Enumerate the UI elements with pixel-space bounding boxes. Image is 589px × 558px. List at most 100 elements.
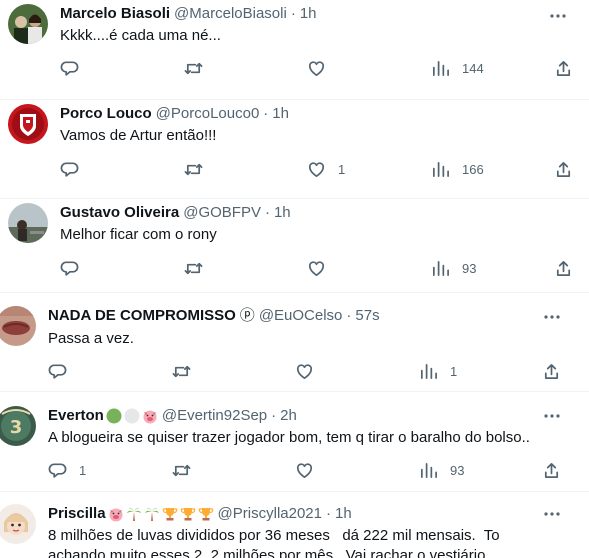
like-button[interactable] [295, 460, 326, 480]
avatar[interactable] [8, 4, 48, 44]
heart-icon [308, 260, 325, 276]
tweet-header: NADA DE COMPROMISSO ⓟ @EuOCelso · 57s [48, 306, 380, 326]
views-button[interactable]: 144 [431, 58, 484, 78]
tweet-4[interactable]: NADA DE COMPROMISSO ⓟ @EuOCelso · 57s Pa… [0, 293, 589, 392]
display-name[interactable]: Gustavo Oliveira [60, 203, 179, 223]
more-options-icon[interactable] [542, 406, 562, 426]
avatar[interactable] [8, 104, 48, 144]
timestamp[interactable]: 2h [280, 406, 297, 426]
tweet-text-line-1: 8 milhões de luvas divididos por 36 mese… [48, 527, 500, 544]
svg-text:3: 3 [10, 417, 23, 438]
views-icon [432, 161, 449, 177]
like-button[interactable] [295, 361, 326, 381]
green-circle-icon [106, 408, 122, 424]
views-button[interactable]: 1 [419, 361, 457, 381]
timestamp[interactable]: 1h [300, 4, 317, 24]
affiliate-badge-icon: ⓟ [239, 307, 255, 324]
tweet-header: Everton @Evertin92Sep · 2h [48, 406, 297, 426]
share-button[interactable] [554, 58, 573, 78]
share-button[interactable] [554, 258, 573, 278]
avatar[interactable] [0, 306, 36, 346]
heart-icon [308, 60, 325, 76]
tweet-1[interactable]: Marcelo Biasoli @MarceloBiasoli · 1h Kkk… [0, 0, 589, 100]
user-handle[interactable]: @Evertin92Sep [162, 406, 267, 426]
user-handle[interactable]: @MarceloBiasoli [174, 4, 287, 24]
user-handle[interactable]: @GOBFPV [183, 203, 261, 223]
timestamp[interactable]: 1h [335, 504, 352, 524]
reply-button[interactable] [48, 361, 79, 381]
share-icon [544, 462, 559, 478]
tweet-3[interactable]: Gustavo Oliveira @GOBFPV · 1h Melhor fic… [0, 199, 589, 293]
like-button[interactable] [307, 58, 338, 78]
display-name[interactable]: Priscilla [48, 504, 106, 524]
heart-icon [296, 363, 313, 379]
separator-dot: · [263, 105, 269, 122]
retweet-button[interactable] [172, 361, 203, 381]
reply-icon [48, 462, 67, 478]
pig-icon [143, 410, 157, 424]
reply-button[interactable] [60, 58, 91, 78]
view-count: 1 [450, 363, 458, 379]
share-button[interactable] [542, 361, 561, 381]
reply-icon [60, 161, 79, 177]
timestamp[interactable]: 1h [274, 203, 291, 223]
views-icon [432, 60, 449, 76]
retweet-icon [184, 163, 203, 175]
trophy-icon [162, 508, 177, 521]
share-icon [556, 260, 571, 276]
tweet-text: Melhor ficar com o rony [60, 226, 217, 243]
avatar[interactable]: 3 [0, 406, 36, 446]
display-name[interactable]: Everton [48, 406, 104, 426]
tweet-6[interactable]: Priscilla @Priscylla2021 · 1h 8 milhões … [0, 492, 589, 558]
share-button[interactable] [554, 159, 573, 179]
like-button[interactable] [307, 258, 338, 278]
retweet-button[interactable] [184, 258, 215, 278]
views-button[interactable]: 93 [419, 460, 464, 480]
separator-dot: · [290, 5, 296, 22]
reply-button[interactable] [60, 258, 91, 278]
palm-tree-icon [144, 507, 159, 521]
tweet-text-line-2: achando muito esses 2, 2 milhões por mês… [48, 547, 486, 558]
retweet-icon [184, 262, 203, 274]
tweet-text: Passa a vez. [48, 330, 134, 347]
reply-count: 1 [79, 462, 87, 478]
timestamp[interactable]: 1h [272, 104, 289, 124]
tweet-actions: 1 [48, 361, 589, 381]
reply-button[interactable] [60, 159, 91, 179]
share-button[interactable] [542, 460, 561, 480]
retweet-button[interactable] [184, 58, 215, 78]
pig-icon [109, 508, 123, 522]
retweet-button[interactable] [172, 460, 203, 480]
tweet-2[interactable]: Porco Louco @PorcoLouco0 · 1h Vamos de A… [0, 100, 589, 199]
heart-icon [308, 161, 325, 177]
share-icon [556, 161, 571, 177]
retweet-button[interactable] [184, 159, 215, 179]
view-count: 166 [462, 161, 484, 177]
tweet-header: Marcelo Biasoli @MarceloBiasoli · 1h [60, 4, 317, 24]
views-button[interactable]: 166 [431, 159, 484, 179]
retweet-icon [184, 62, 203, 74]
separator-dot: · [346, 307, 352, 324]
reply-button[interactable]: 1 [48, 460, 86, 480]
timestamp[interactable]: 57s [355, 306, 379, 326]
view-count: 93 [462, 260, 477, 276]
more-options-icon[interactable] [542, 307, 562, 327]
like-button[interactable]: 1 [307, 159, 345, 179]
tweet-5[interactable]: 3 Everton @Evertin92Sep · 2h A blogueira… [0, 392, 589, 492]
more-options-icon[interactable] [548, 6, 568, 26]
reply-icon [48, 363, 67, 379]
display-name[interactable]: Porco Louco [60, 104, 152, 124]
views-icon [420, 462, 437, 478]
avatar[interactable] [0, 504, 36, 544]
retweet-icon [172, 365, 191, 377]
more-options-icon[interactable] [542, 504, 562, 524]
avatar[interactable] [8, 203, 48, 243]
reply-icon [60, 60, 79, 76]
user-handle[interactable]: @Priscylla2021 [218, 504, 322, 524]
white-circle-icon [124, 408, 140, 424]
views-button[interactable]: 93 [431, 258, 476, 278]
user-handle[interactable]: @PorcoLouco0 [156, 104, 260, 124]
display-name[interactable]: Marcelo Biasoli [60, 4, 170, 24]
display-name[interactable]: NADA DE COMPROMISSO [48, 306, 236, 326]
user-handle[interactable]: @EuOCelso [259, 306, 343, 326]
